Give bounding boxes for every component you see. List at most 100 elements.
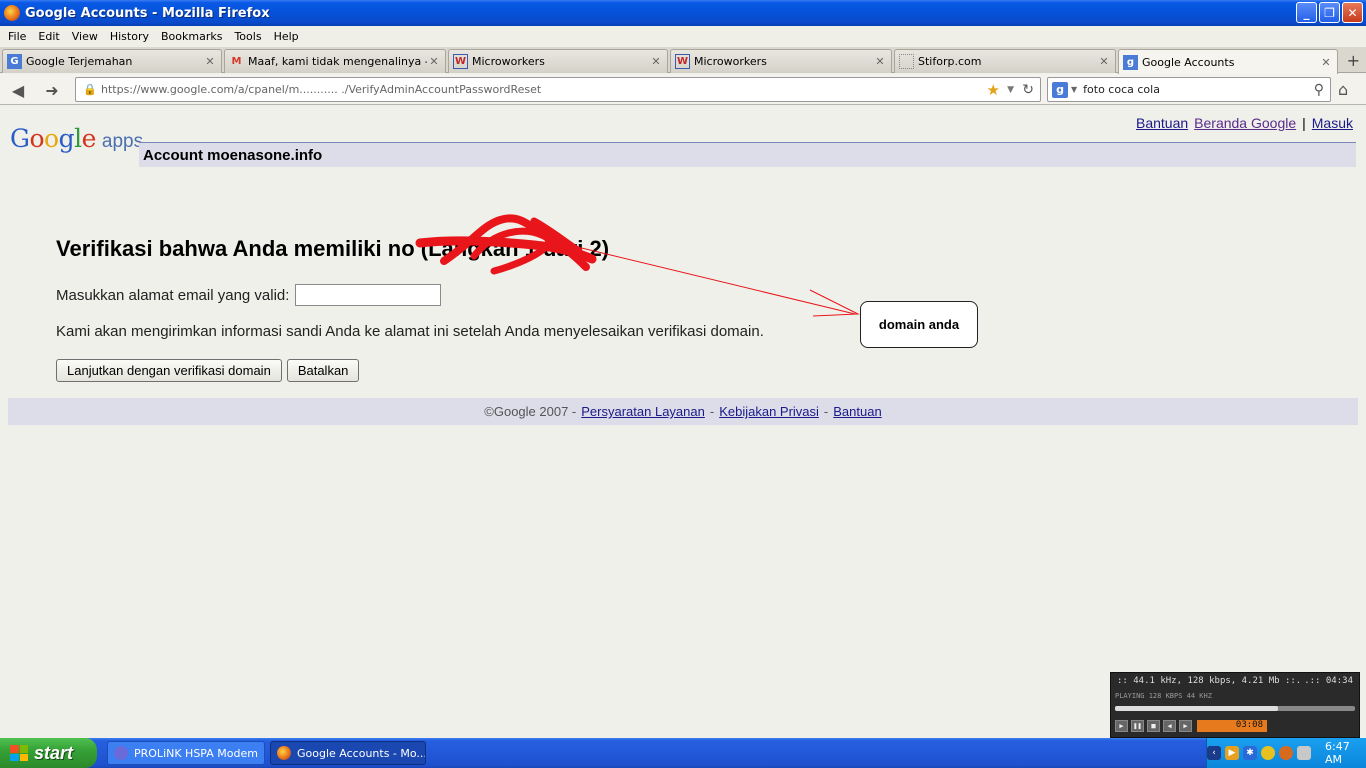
- footer-help-link[interactable]: Bantuan: [833, 404, 881, 419]
- bookmark-star-icon[interactable]: ★: [987, 81, 1000, 99]
- menu-edit[interactable]: Edit: [34, 30, 67, 43]
- microworkers-icon: W: [675, 54, 690, 69]
- tab-stiforp[interactable]: Stiforp.com ✕: [894, 49, 1116, 73]
- google-search-engine-icon[interactable]: g: [1052, 81, 1068, 98]
- email-field[interactable]: [295, 284, 442, 306]
- menu-view[interactable]: View: [68, 30, 106, 43]
- tab-label: Stiforp.com: [918, 55, 982, 68]
- tab-google-accounts[interactable]: g Google Accounts ✕: [1118, 49, 1338, 74]
- google-apps-logo[interactable]: Google apps: [10, 124, 143, 153]
- minimize-button[interactable]: _: [1296, 2, 1317, 23]
- previous-icon[interactable]: ◀: [1163, 720, 1176, 732]
- tray-expand-icon[interactable]: ‹: [1207, 746, 1221, 760]
- stop-icon[interactable]: ■: [1147, 720, 1160, 732]
- privacy-link[interactable]: Kebijakan Privasi: [719, 404, 819, 419]
- start-label: start: [34, 742, 74, 763]
- tab-label: Google Accounts: [1142, 55, 1235, 69]
- email-label: Masukkan alamat email yang valid:: [56, 286, 290, 304]
- tab-bar: G Google Terjemahan ✕ M Maaf, kami tidak…: [0, 47, 1366, 74]
- firefox-icon: [277, 746, 291, 760]
- help-link[interactable]: Bantuan: [1136, 115, 1188, 131]
- media-player[interactable]: :: 44.1 kHz, 128 kbps, 4.21 Mb ::. .:: 0…: [1110, 672, 1360, 738]
- navigation-bar: ◀ ➜ 🔒 https://www.google.com/a/cpanel/m.…: [0, 74, 1366, 105]
- search-icon[interactable]: ⚲: [1314, 82, 1324, 98]
- menu-tools[interactable]: Tools: [230, 30, 269, 43]
- player-info: :: 44.1 kHz, 128 kbps, 4.21 Mb ::.: [1117, 676, 1302, 686]
- footer-separator: -: [823, 404, 829, 419]
- monitor-tray-icon[interactable]: [1297, 746, 1311, 760]
- search-bar[interactable]: g ▼ foto coca cola ⚲: [1047, 77, 1331, 102]
- footer-separator: -: [709, 404, 715, 419]
- volume-tray-icon[interactable]: [1261, 746, 1275, 760]
- page-content: Google apps Bantuan Beranda Google | Mas…: [0, 106, 1366, 738]
- continue-button[interactable]: Lanjutkan dengan verifikasi domain: [56, 359, 282, 382]
- network-tray-icon[interactable]: ✱: [1243, 746, 1257, 760]
- blank-page-icon: [899, 54, 914, 69]
- cancel-button[interactable]: Batalkan: [286, 359, 360, 382]
- back-icon[interactable]: ◀: [8, 80, 28, 100]
- google-home-link[interactable]: Beranda Google: [1194, 115, 1296, 131]
- tab-gmail[interactable]: M Maaf, kami tidak mengenalinya - riy...…: [224, 49, 446, 73]
- modem-icon: [114, 746, 128, 760]
- tab-label: Google Terjemahan: [26, 55, 133, 68]
- tab-close-icon[interactable]: ✕: [1097, 55, 1111, 68]
- email-row: Masukkan alamat email yang valid:: [56, 284, 442, 306]
- windows-flag-icon: [10, 745, 28, 761]
- pause-icon[interactable]: ❚❚: [1131, 720, 1144, 732]
- gmail-icon: M: [231, 56, 242, 67]
- menu-help[interactable]: Help: [270, 30, 307, 43]
- menu-bar: File Edit View History Bookmarks Tools H…: [0, 26, 1366, 46]
- taskbar-item-label: Google Accounts - Mo...: [297, 746, 426, 760]
- tray-icons: ‹ ▶ ✱: [1207, 746, 1311, 760]
- system-tray: ‹ ▶ ✱ 6:47 AM: [1206, 738, 1366, 768]
- menu-history[interactable]: History: [106, 30, 157, 43]
- player-seek-fill: [1115, 706, 1279, 711]
- taskbar-item-prolink[interactable]: PROLiNK HSPA Modem: [107, 741, 265, 765]
- new-tab-icon[interactable]: +: [1347, 51, 1360, 70]
- tab-close-icon[interactable]: ✕: [649, 55, 663, 68]
- account-title: Account moenasone.info: [143, 146, 323, 164]
- tab-close-icon[interactable]: ✕: [427, 55, 441, 68]
- next-icon[interactable]: ▶: [1179, 720, 1192, 732]
- menu-bookmarks[interactable]: Bookmarks: [157, 30, 230, 43]
- close-button[interactable]: ✕: [1342, 2, 1363, 23]
- start-button[interactable]: start: [0, 738, 97, 768]
- tab-microworkers-1[interactable]: W Microworkers ✕: [448, 49, 668, 73]
- lock-icon: 🔒: [83, 83, 97, 96]
- annotation-callout: domain anda: [860, 301, 978, 348]
- maximize-button[interactable]: ❐: [1319, 2, 1340, 23]
- search-input[interactable]: foto coca cola: [1083, 83, 1160, 96]
- taskbar-item-label: PROLiNK HSPA Modem: [134, 746, 258, 760]
- window-titlebar: Google Accounts - Mozilla Firefox _ ❐ ✕: [0, 0, 1366, 26]
- forward-icon[interactable]: ➜: [42, 80, 62, 100]
- tab-close-icon[interactable]: ✕: [203, 55, 217, 68]
- chevron-down-icon[interactable]: ▼: [1071, 85, 1077, 94]
- app-tray-icon[interactable]: [1279, 746, 1293, 760]
- tab-close-icon[interactable]: ✕: [873, 55, 887, 68]
- footer: ©Google 2007 - Persyaratan Layanan - Keb…: [8, 398, 1358, 425]
- tab-google-terjemahan[interactable]: G Google Terjemahan ✕: [2, 49, 222, 73]
- logo-google: Google: [10, 124, 96, 153]
- media-tray-icon[interactable]: ▶: [1225, 746, 1239, 760]
- play-icon[interactable]: ▶: [1115, 720, 1128, 732]
- url-text[interactable]: https://www.google.com/a/cpanel/m.......…: [101, 83, 541, 96]
- form-buttons: Lanjutkan dengan verifikasi domain Batal…: [56, 359, 360, 382]
- player-total-time: .:: 04:34: [1304, 676, 1353, 686]
- menu-file[interactable]: File: [4, 30, 34, 43]
- player-elapsed-time: 03:08: [1197, 720, 1267, 732]
- clock: 6:47 AM: [1325, 740, 1350, 766]
- taskbar: start PROLiNK HSPA Modem Google Accounts…: [0, 738, 1366, 768]
- url-bar[interactable]: 🔒 https://www.google.com/a/cpanel/m.....…: [75, 77, 1041, 102]
- tab-microworkers-2[interactable]: W Microworkers ✕: [670, 49, 892, 73]
- url-dropdown-icon[interactable]: ▼: [1007, 85, 1014, 95]
- home-icon[interactable]: ⌂: [1338, 80, 1348, 99]
- top-links: Bantuan Beranda Google | Masuk: [1136, 115, 1353, 131]
- signin-link[interactable]: Masuk: [1312, 115, 1353, 131]
- tab-close-icon[interactable]: ✕: [1319, 56, 1333, 69]
- window-controls: _ ❐ ✕: [1296, 2, 1363, 23]
- link-separator: |: [1302, 115, 1306, 131]
- reload-icon[interactable]: ↻: [1022, 82, 1034, 98]
- player-seek-bar[interactable]: [1115, 706, 1355, 711]
- terms-link[interactable]: Persyaratan Layanan: [581, 404, 705, 419]
- taskbar-item-firefox[interactable]: Google Accounts - Mo...: [270, 741, 426, 765]
